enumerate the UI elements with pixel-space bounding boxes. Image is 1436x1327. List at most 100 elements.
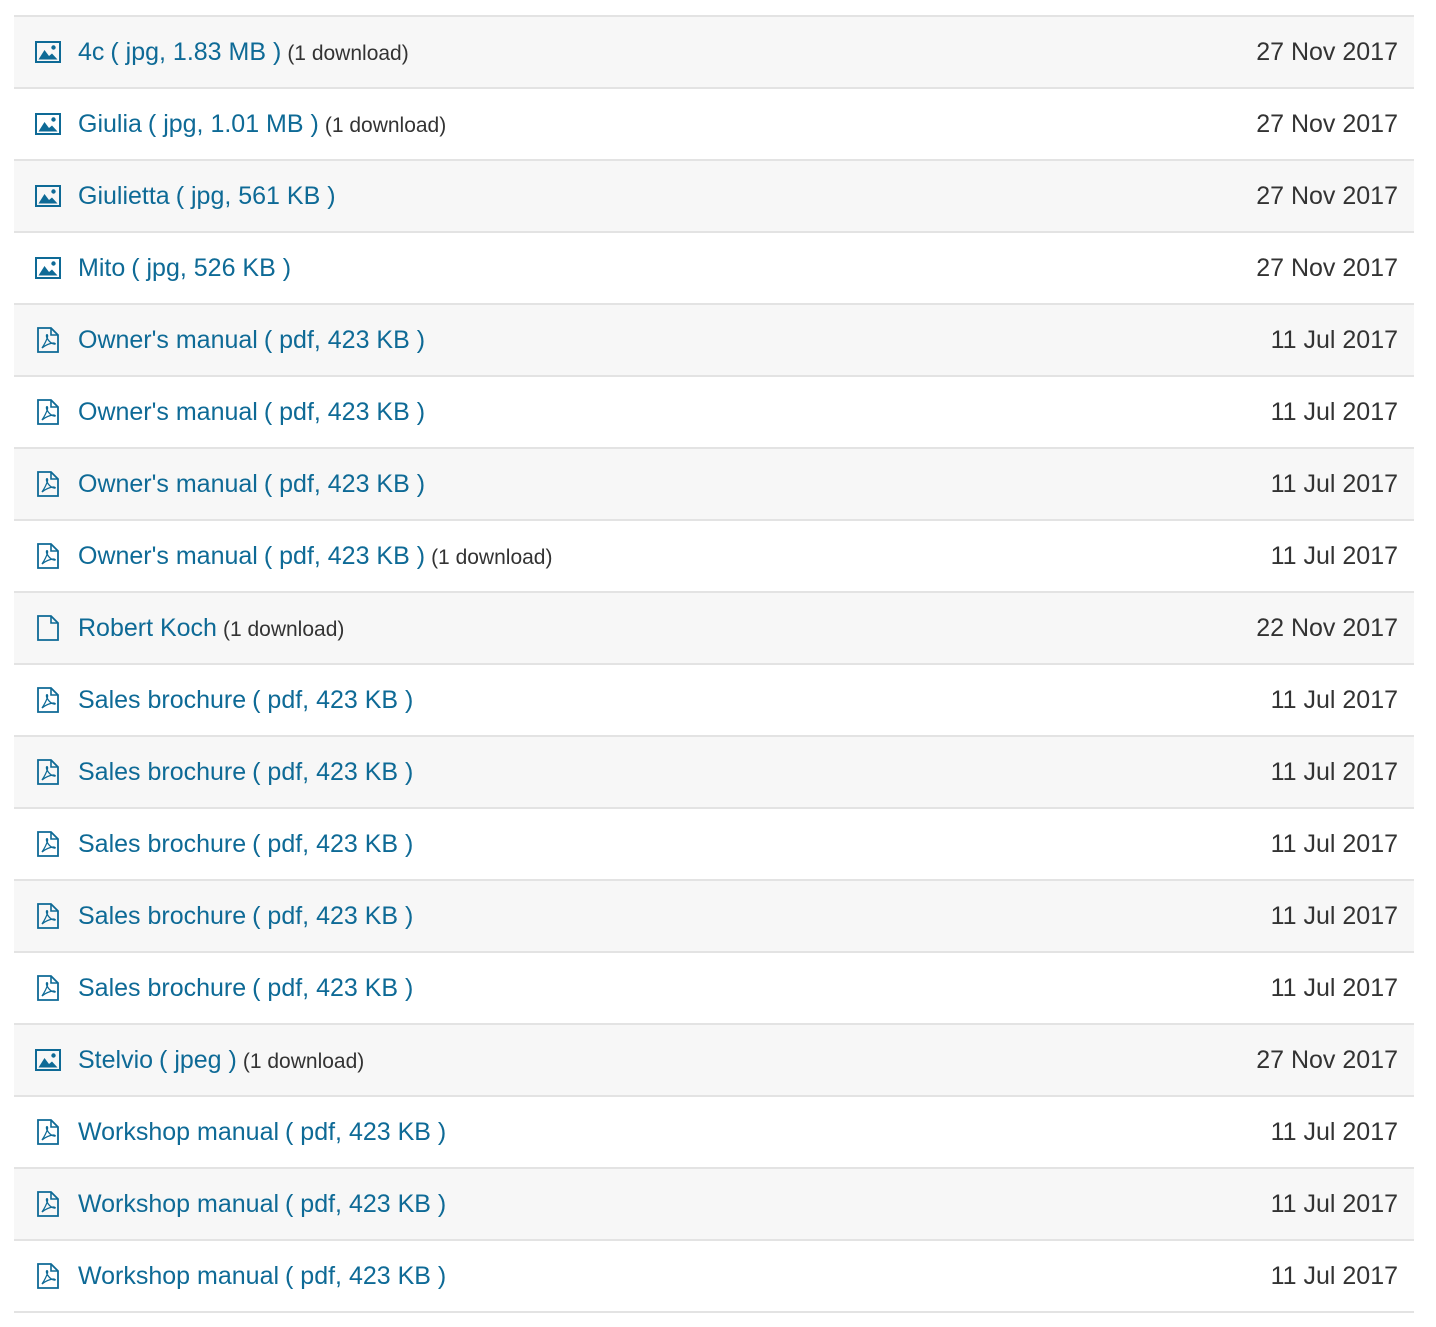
image-icon bbox=[34, 110, 62, 138]
file-date: 11 Jul 2017 bbox=[1270, 541, 1398, 570]
file-link[interactable]: Mito bbox=[78, 254, 125, 283]
file-title: Sales brochure ( pdf, 423 KB ) bbox=[78, 902, 1271, 931]
file-meta: ( jpeg ) bbox=[159, 1045, 237, 1074]
file-link[interactable]: Owner's manual bbox=[78, 470, 258, 499]
file-meta: ( jpg, 561 KB ) bbox=[175, 181, 336, 210]
file-link[interactable]: Sales brochure bbox=[78, 902, 246, 931]
file-title: Robert Koch (1 download) bbox=[78, 614, 1256, 643]
file-list: 4c ( jpg, 1.83 MB ) (1 download) 27 Nov … bbox=[14, 15, 1414, 1313]
image-icon bbox=[34, 38, 62, 66]
file-row: Giulia ( jpg, 1.01 MB ) (1 download) 27 … bbox=[14, 89, 1414, 161]
file-link[interactable]: Owner's manual bbox=[78, 398, 258, 427]
file-date: 11 Jul 2017 bbox=[1270, 1117, 1398, 1146]
download-count: (1 download) bbox=[287, 41, 409, 65]
file-row: Robert Koch (1 download) 22 Nov 2017 bbox=[14, 593, 1414, 665]
file-meta: ( jpg, 1.01 MB ) bbox=[147, 109, 319, 138]
file-date: 11 Jul 2017 bbox=[1270, 901, 1398, 930]
file-title: Owner's manual ( pdf, 423 KB ) bbox=[78, 470, 1271, 499]
file-icon bbox=[34, 614, 62, 642]
file-row: Workshop manual ( pdf, 423 KB ) 11 Jul 2… bbox=[14, 1169, 1414, 1241]
download-count: (1 download) bbox=[324, 113, 447, 137]
file-link[interactable]: Workshop manual bbox=[78, 1118, 279, 1147]
file-row: Owner's manual ( pdf, 423 KB ) 11 Jul 20… bbox=[14, 305, 1414, 377]
image-icon bbox=[34, 182, 62, 210]
file-link[interactable]: Sales brochure bbox=[78, 758, 246, 787]
pdf-icon bbox=[34, 398, 62, 426]
pdf-icon bbox=[34, 974, 62, 1002]
download-count: (1 download) bbox=[222, 617, 345, 641]
file-title: Owner's manual ( pdf, 423 KB ) (1 downlo… bbox=[78, 542, 1271, 571]
file-date: 11 Jul 2017 bbox=[1270, 973, 1398, 1002]
file-link[interactable]: Sales brochure bbox=[78, 974, 246, 1003]
pdf-icon bbox=[34, 902, 62, 930]
pdf-icon bbox=[34, 1262, 62, 1290]
file-title: Owner's manual ( pdf, 423 KB ) bbox=[78, 326, 1271, 355]
pdf-icon bbox=[34, 1190, 62, 1218]
file-link[interactable]: Giulia bbox=[78, 110, 142, 139]
file-link[interactable]: Sales brochure bbox=[78, 686, 246, 715]
file-meta: ( pdf, 423 KB ) bbox=[252, 973, 414, 1002]
file-date: 11 Jul 2017 bbox=[1270, 397, 1398, 426]
file-date: 27 Nov 2017 bbox=[1256, 37, 1398, 66]
file-link[interactable]: Workshop manual bbox=[78, 1262, 279, 1291]
file-title: Owner's manual ( pdf, 423 KB ) bbox=[78, 398, 1271, 427]
file-date: 27 Nov 2017 bbox=[1256, 181, 1398, 210]
file-meta: ( jpg, 526 KB ) bbox=[131, 253, 292, 282]
download-count: (1 download) bbox=[431, 545, 553, 569]
pdf-icon bbox=[34, 326, 62, 354]
file-meta: ( pdf, 423 KB ) bbox=[252, 685, 414, 714]
file-row: Workshop manual ( pdf, 423 KB ) 11 Jul 2… bbox=[14, 1241, 1414, 1313]
pdf-icon bbox=[34, 470, 62, 498]
file-row: 4c ( jpg, 1.83 MB ) (1 download) 27 Nov … bbox=[14, 17, 1414, 89]
file-meta: ( jpg, 1.83 MB ) bbox=[110, 37, 282, 66]
file-row: Stelvio ( jpeg ) (1 download) 27 Nov 201… bbox=[14, 1025, 1414, 1097]
file-date: 11 Jul 2017 bbox=[1270, 757, 1398, 786]
file-date: 11 Jul 2017 bbox=[1270, 829, 1398, 858]
pdf-icon bbox=[34, 542, 62, 570]
file-link[interactable]: Stelvio bbox=[78, 1046, 153, 1075]
file-title: Mito ( jpg, 526 KB ) bbox=[78, 254, 1256, 283]
file-date: 27 Nov 2017 bbox=[1256, 109, 1398, 138]
image-icon bbox=[34, 1046, 62, 1074]
file-title: Sales brochure ( pdf, 423 KB ) bbox=[78, 758, 1271, 787]
file-title: Workshop manual ( pdf, 423 KB ) bbox=[78, 1118, 1271, 1147]
file-date: 27 Nov 2017 bbox=[1256, 253, 1398, 282]
pdf-icon bbox=[34, 686, 62, 714]
file-row: Workshop manual ( pdf, 423 KB ) 11 Jul 2… bbox=[14, 1097, 1414, 1169]
file-title: Sales brochure ( pdf, 423 KB ) bbox=[78, 686, 1271, 715]
file-date: 11 Jul 2017 bbox=[1270, 1261, 1398, 1290]
file-row: Giulietta ( jpg, 561 KB ) 27 Nov 2017 bbox=[14, 161, 1414, 233]
file-meta: ( pdf, 423 KB ) bbox=[252, 829, 414, 858]
file-row: Sales brochure ( pdf, 423 KB ) 11 Jul 20… bbox=[14, 737, 1414, 809]
file-title: Stelvio ( jpeg ) (1 download) bbox=[78, 1046, 1256, 1075]
file-link[interactable]: Owner's manual bbox=[78, 326, 258, 355]
file-row: Sales brochure ( pdf, 423 KB ) 11 Jul 20… bbox=[14, 953, 1414, 1025]
file-row: Owner's manual ( pdf, 423 KB ) 11 Jul 20… bbox=[14, 377, 1414, 449]
file-link[interactable]: Giulietta bbox=[78, 182, 170, 211]
file-title: Workshop manual ( pdf, 423 KB ) bbox=[78, 1262, 1271, 1291]
file-date: 22 Nov 2017 bbox=[1256, 613, 1398, 642]
file-row: Sales brochure ( pdf, 423 KB ) 11 Jul 20… bbox=[14, 665, 1414, 737]
file-title: Sales brochure ( pdf, 423 KB ) bbox=[78, 974, 1271, 1003]
file-title: 4c ( jpg, 1.83 MB ) (1 download) bbox=[78, 38, 1256, 67]
pdf-icon bbox=[34, 1118, 62, 1146]
file-title: Giulietta ( jpg, 561 KB ) bbox=[78, 182, 1256, 211]
file-meta: ( pdf, 423 KB ) bbox=[252, 901, 414, 930]
file-row: Owner's manual ( pdf, 423 KB ) (1 downlo… bbox=[14, 521, 1414, 593]
file-meta: ( pdf, 423 KB ) bbox=[285, 1261, 447, 1290]
file-link[interactable]: Workshop manual bbox=[78, 1190, 279, 1219]
file-row: Sales brochure ( pdf, 423 KB ) 11 Jul 20… bbox=[14, 809, 1414, 881]
pdf-icon bbox=[34, 758, 62, 786]
file-link[interactable]: Robert Koch bbox=[78, 614, 217, 643]
file-meta: ( pdf, 423 KB ) bbox=[252, 757, 414, 786]
file-row: Sales brochure ( pdf, 423 KB ) 11 Jul 20… bbox=[14, 881, 1414, 953]
file-date: 27 Nov 2017 bbox=[1256, 1045, 1398, 1074]
file-title: Sales brochure ( pdf, 423 KB ) bbox=[78, 830, 1271, 859]
file-link[interactable]: Owner's manual bbox=[78, 542, 258, 571]
file-link[interactable]: Sales brochure bbox=[78, 830, 246, 859]
file-meta: ( pdf, 423 KB ) bbox=[285, 1189, 447, 1218]
file-link[interactable]: 4c bbox=[78, 38, 104, 67]
file-row: Mito ( jpg, 526 KB ) 27 Nov 2017 bbox=[14, 233, 1414, 305]
file-meta: ( pdf, 423 KB ) bbox=[263, 469, 426, 498]
file-date: 11 Jul 2017 bbox=[1270, 1189, 1398, 1218]
